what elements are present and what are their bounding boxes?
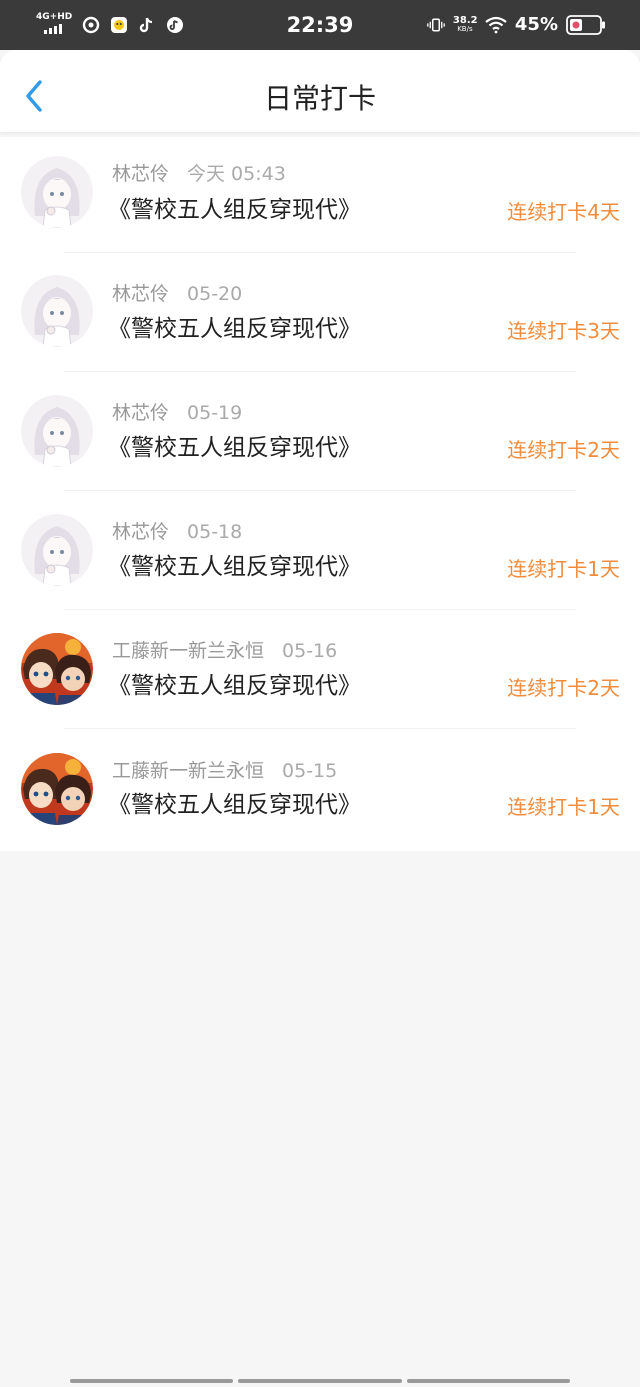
divider: [64, 252, 576, 253]
page-title: 日常打卡: [263, 82, 376, 115]
checkin-date: 05-18: [187, 521, 243, 543]
divider: [64, 609, 576, 610]
book-title[interactable]: 《警校五人组反穿现代》: [108, 313, 361, 345]
battery-icon: [566, 15, 606, 35]
list-item[interactable]: 林芯伶 今天 05:43 《警校五人组反穿现代》 连续打卡4天: [0, 137, 640, 256]
user-line: 林芯伶 05-18: [112, 519, 242, 545]
book-title[interactable]: 《警校五人组反穿现代》: [108, 670, 361, 702]
streak-label: 连续打卡4天: [507, 200, 620, 224]
checkin-date: 05-19: [187, 402, 243, 424]
streak-label: 连续打卡1天: [507, 795, 620, 819]
avatar[interactable]: [21, 514, 93, 586]
user-name[interactable]: 工藤新一新兰永恒: [112, 640, 264, 662]
avatar[interactable]: [21, 753, 93, 825]
user-name[interactable]: 林芯伶: [112, 521, 169, 543]
home-indicator[interactable]: [70, 1379, 570, 1385]
list-item[interactable]: 林芯伶 05-18 《警校五人组反穿现代》 连续打卡1天: [0, 494, 640, 613]
status-left: 4G+HD: [36, 12, 184, 38]
list-item[interactable]: 工藤新一新兰永恒 05-16 《警校五人组反穿现代》 连续打卡2天: [0, 613, 640, 732]
book-title[interactable]: 《警校五人组反穿现代》: [108, 789, 361, 821]
user-line: 林芯伶 05-19: [112, 400, 242, 426]
avatar[interactable]: [21, 275, 93, 347]
user-line: 林芯伶 今天 05:43: [112, 161, 286, 187]
user-name[interactable]: 工藤新一新兰永恒: [112, 760, 264, 782]
user-name[interactable]: 林芯伶: [112, 402, 169, 424]
divider: [64, 728, 576, 729]
status-right: 38.2 KB/s 45%: [427, 12, 606, 38]
list-item[interactable]: 林芯伶 05-19 《警校五人组反穿现代》 连续打卡2天: [0, 375, 640, 494]
list-item[interactable]: 林芯伶 05-20 《警校五人组反穿现代》 连续打卡3天: [0, 256, 640, 375]
book-title[interactable]: 《警校五人组反穿现代》: [108, 432, 361, 464]
user-name[interactable]: 林芯伶: [112, 283, 169, 305]
music-icon: [166, 16, 184, 34]
checkin-date: 05-20: [187, 283, 243, 305]
divider: [64, 490, 576, 491]
battery-percent: 45%: [514, 14, 558, 35]
checkin-list: 林芯伶 今天 05:43 《警校五人组反穿现代》 连续打卡4天 林芯伶 05-20 …: [0, 137, 640, 851]
divider: [64, 371, 576, 372]
checkin-date: 今天 05:43: [187, 163, 286, 185]
tiktok-icon: [138, 16, 156, 34]
streak-label: 连续打卡2天: [507, 676, 620, 700]
vibrate-icon: [427, 16, 445, 34]
user-name[interactable]: 林芯伶: [112, 163, 169, 185]
status-bar: 4G+HD 22:39 38.2 KB/s 45%: [0, 0, 640, 50]
signal-icon: 4G+HD: [36, 12, 72, 38]
avatar[interactable]: [21, 633, 93, 705]
list-item[interactable]: 工藤新一新兰永恒 05-15 《警校五人组反穿现代》 连续打卡1天: [0, 732, 640, 851]
streak-label: 连续打卡1天: [507, 557, 620, 581]
user-line: 工藤新一新兰永恒 05-15: [112, 758, 337, 784]
avatar[interactable]: [21, 156, 93, 228]
qq-icon: [110, 16, 128, 34]
header: 日常打卡: [0, 50, 640, 132]
streak-label: 连续打卡2天: [507, 438, 620, 462]
speed-unit: KB/s: [457, 25, 473, 33]
app-icon: [82, 16, 100, 34]
speed-value: 38.2: [452, 15, 478, 26]
streak-label: 连续打卡3天: [507, 319, 620, 343]
user-line: 林芯伶 05-20: [112, 281, 242, 307]
checkin-date: 05-15: [282, 760, 338, 782]
network-speed: 38.2 KB/s: [452, 15, 478, 34]
user-line: 工藤新一新兰永恒 05-16: [112, 638, 337, 664]
wifi-icon: [485, 16, 507, 34]
network-type: 4G+HD: [36, 12, 73, 22]
clock: 22:39: [286, 13, 354, 37]
avatar[interactable]: [21, 395, 93, 467]
book-title[interactable]: 《警校五人组反穿现代》: [108, 551, 361, 583]
checkin-date: 05-16: [282, 640, 338, 662]
book-title[interactable]: 《警校五人组反穿现代》: [108, 194, 361, 226]
